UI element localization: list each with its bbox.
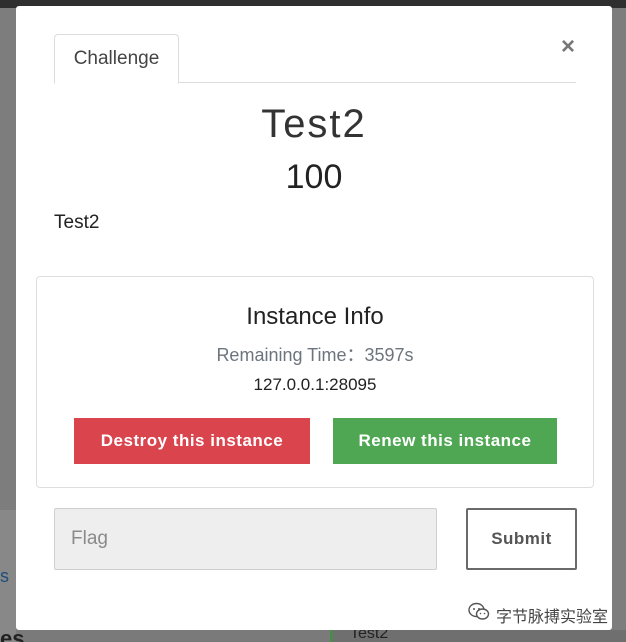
wechat-icon bbox=[468, 602, 496, 627]
instance-info-title: Instance Info bbox=[246, 303, 384, 330]
challenge-name: Test2 bbox=[261, 102, 367, 146]
challenge-modal: Challenge × Test2 100 Test2 Instance Inf… bbox=[16, 6, 612, 630]
destroy-instance-button[interactable]: Destroy this instance bbox=[74, 418, 310, 464]
renew-instance-button[interactable]: Renew this instance bbox=[333, 418, 557, 464]
challenge-description: Test2 bbox=[54, 212, 100, 233]
watermark: 字节脉搏实验室 bbox=[468, 602, 608, 627]
challenge-points: 100 bbox=[285, 158, 343, 196]
close-icon[interactable]: × bbox=[557, 35, 579, 59]
submit-button[interactable]: Submit bbox=[466, 508, 577, 570]
remaining-time: Remaining Time：3597s bbox=[216, 345, 414, 365]
instance-info-card: Instance Info Remaining Time：3597s 127.0… bbox=[36, 276, 594, 488]
watermark-text: 字节脉搏实验室 bbox=[496, 608, 609, 626]
background-fragment-text: s bbox=[0, 566, 9, 586]
backdrop-right bbox=[612, 8, 626, 642]
tab-challenge[interactable]: Challenge bbox=[54, 34, 179, 84]
flag-input[interactable] bbox=[54, 508, 437, 570]
instance-address: 127.0.0.1:28095 bbox=[253, 375, 377, 394]
